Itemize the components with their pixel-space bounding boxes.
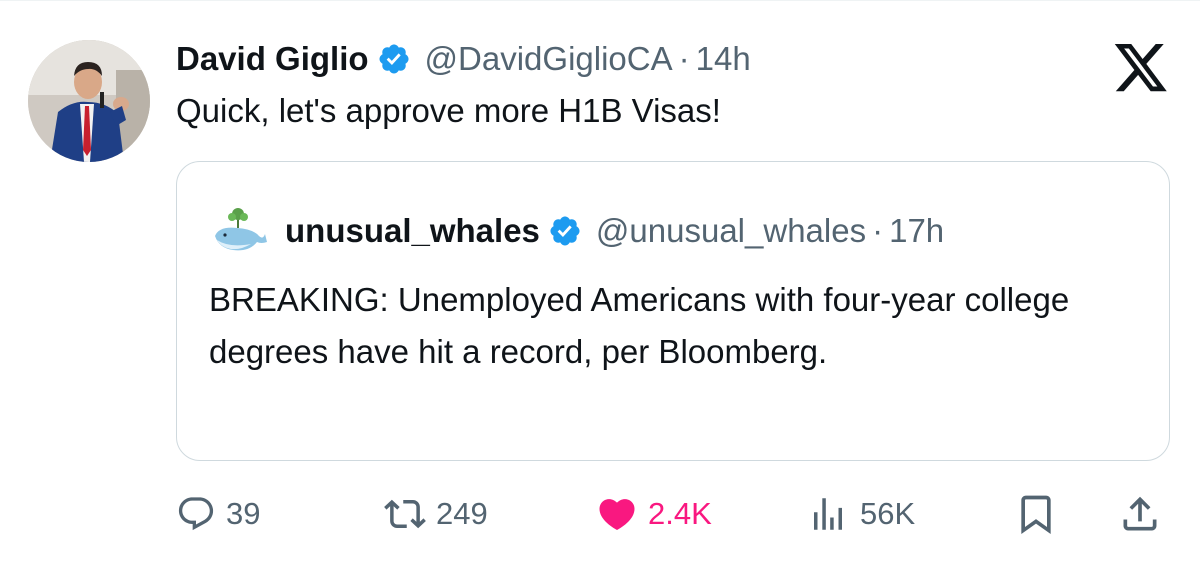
repost-count: 249 — [436, 496, 488, 531]
quoted-author-handle[interactable]: @unusual_whales — [596, 212, 866, 250]
like-button[interactable]: 2.4K — [596, 486, 712, 542]
separator-dot: · — [678, 40, 690, 77]
quoted-author-avatar[interactable] — [207, 202, 269, 264]
quoted-author-name[interactable]: unusual_whales — [285, 212, 540, 250]
bookmark-icon — [1014, 492, 1058, 536]
repost-button[interactable]: 249 — [384, 486, 488, 542]
reply-icon — [176, 494, 216, 534]
views-chart-icon — [806, 493, 850, 535]
tweet-header: David Giglio @DavidGiglioCA · 14h — [176, 36, 751, 82]
author-avatar[interactable] — [28, 40, 150, 162]
views-count: 56K — [860, 496, 916, 531]
author-name[interactable]: David Giglio — [176, 40, 369, 78]
tweet-text: Quick, let's approve more H1B Visas! — [176, 92, 721, 129]
top-divider — [0, 0, 1200, 1]
separator-dot: · — [872, 212, 884, 249]
tweet-timestamp[interactable]: 14h — [696, 40, 751, 78]
reply-button[interactable]: 39 — [176, 486, 260, 542]
quoted-tweet-timestamp[interactable]: 17h — [889, 212, 944, 250]
quoted-tweet-card[interactable]: unusual_whales @unusual_whales · 17h BRE… — [176, 161, 1170, 461]
reply-count: 39 — [226, 496, 261, 531]
x-logo-icon — [1112, 44, 1170, 96]
like-count: 2.4K — [648, 496, 712, 531]
tweet-action-bar: 39 249 2.4K 56K — [0, 486, 1200, 542]
verified-badge-icon — [377, 42, 411, 76]
author-handle[interactable]: @DavidGiglioCA — [425, 40, 673, 78]
repost-icon — [384, 493, 426, 535]
verified-badge-icon — [548, 214, 582, 248]
quoted-tweet-text: BREAKING: Unemployed Americans with four… — [209, 281, 1070, 370]
views-button[interactable]: 56K — [806, 486, 915, 542]
quoted-tweet-header: unusual_whales @unusual_whales · 17h — [285, 208, 944, 254]
heart-icon — [596, 493, 638, 535]
share-button[interactable] — [1118, 486, 1162, 542]
bookmark-button[interactable] — [1014, 486, 1058, 542]
share-icon — [1118, 492, 1162, 536]
